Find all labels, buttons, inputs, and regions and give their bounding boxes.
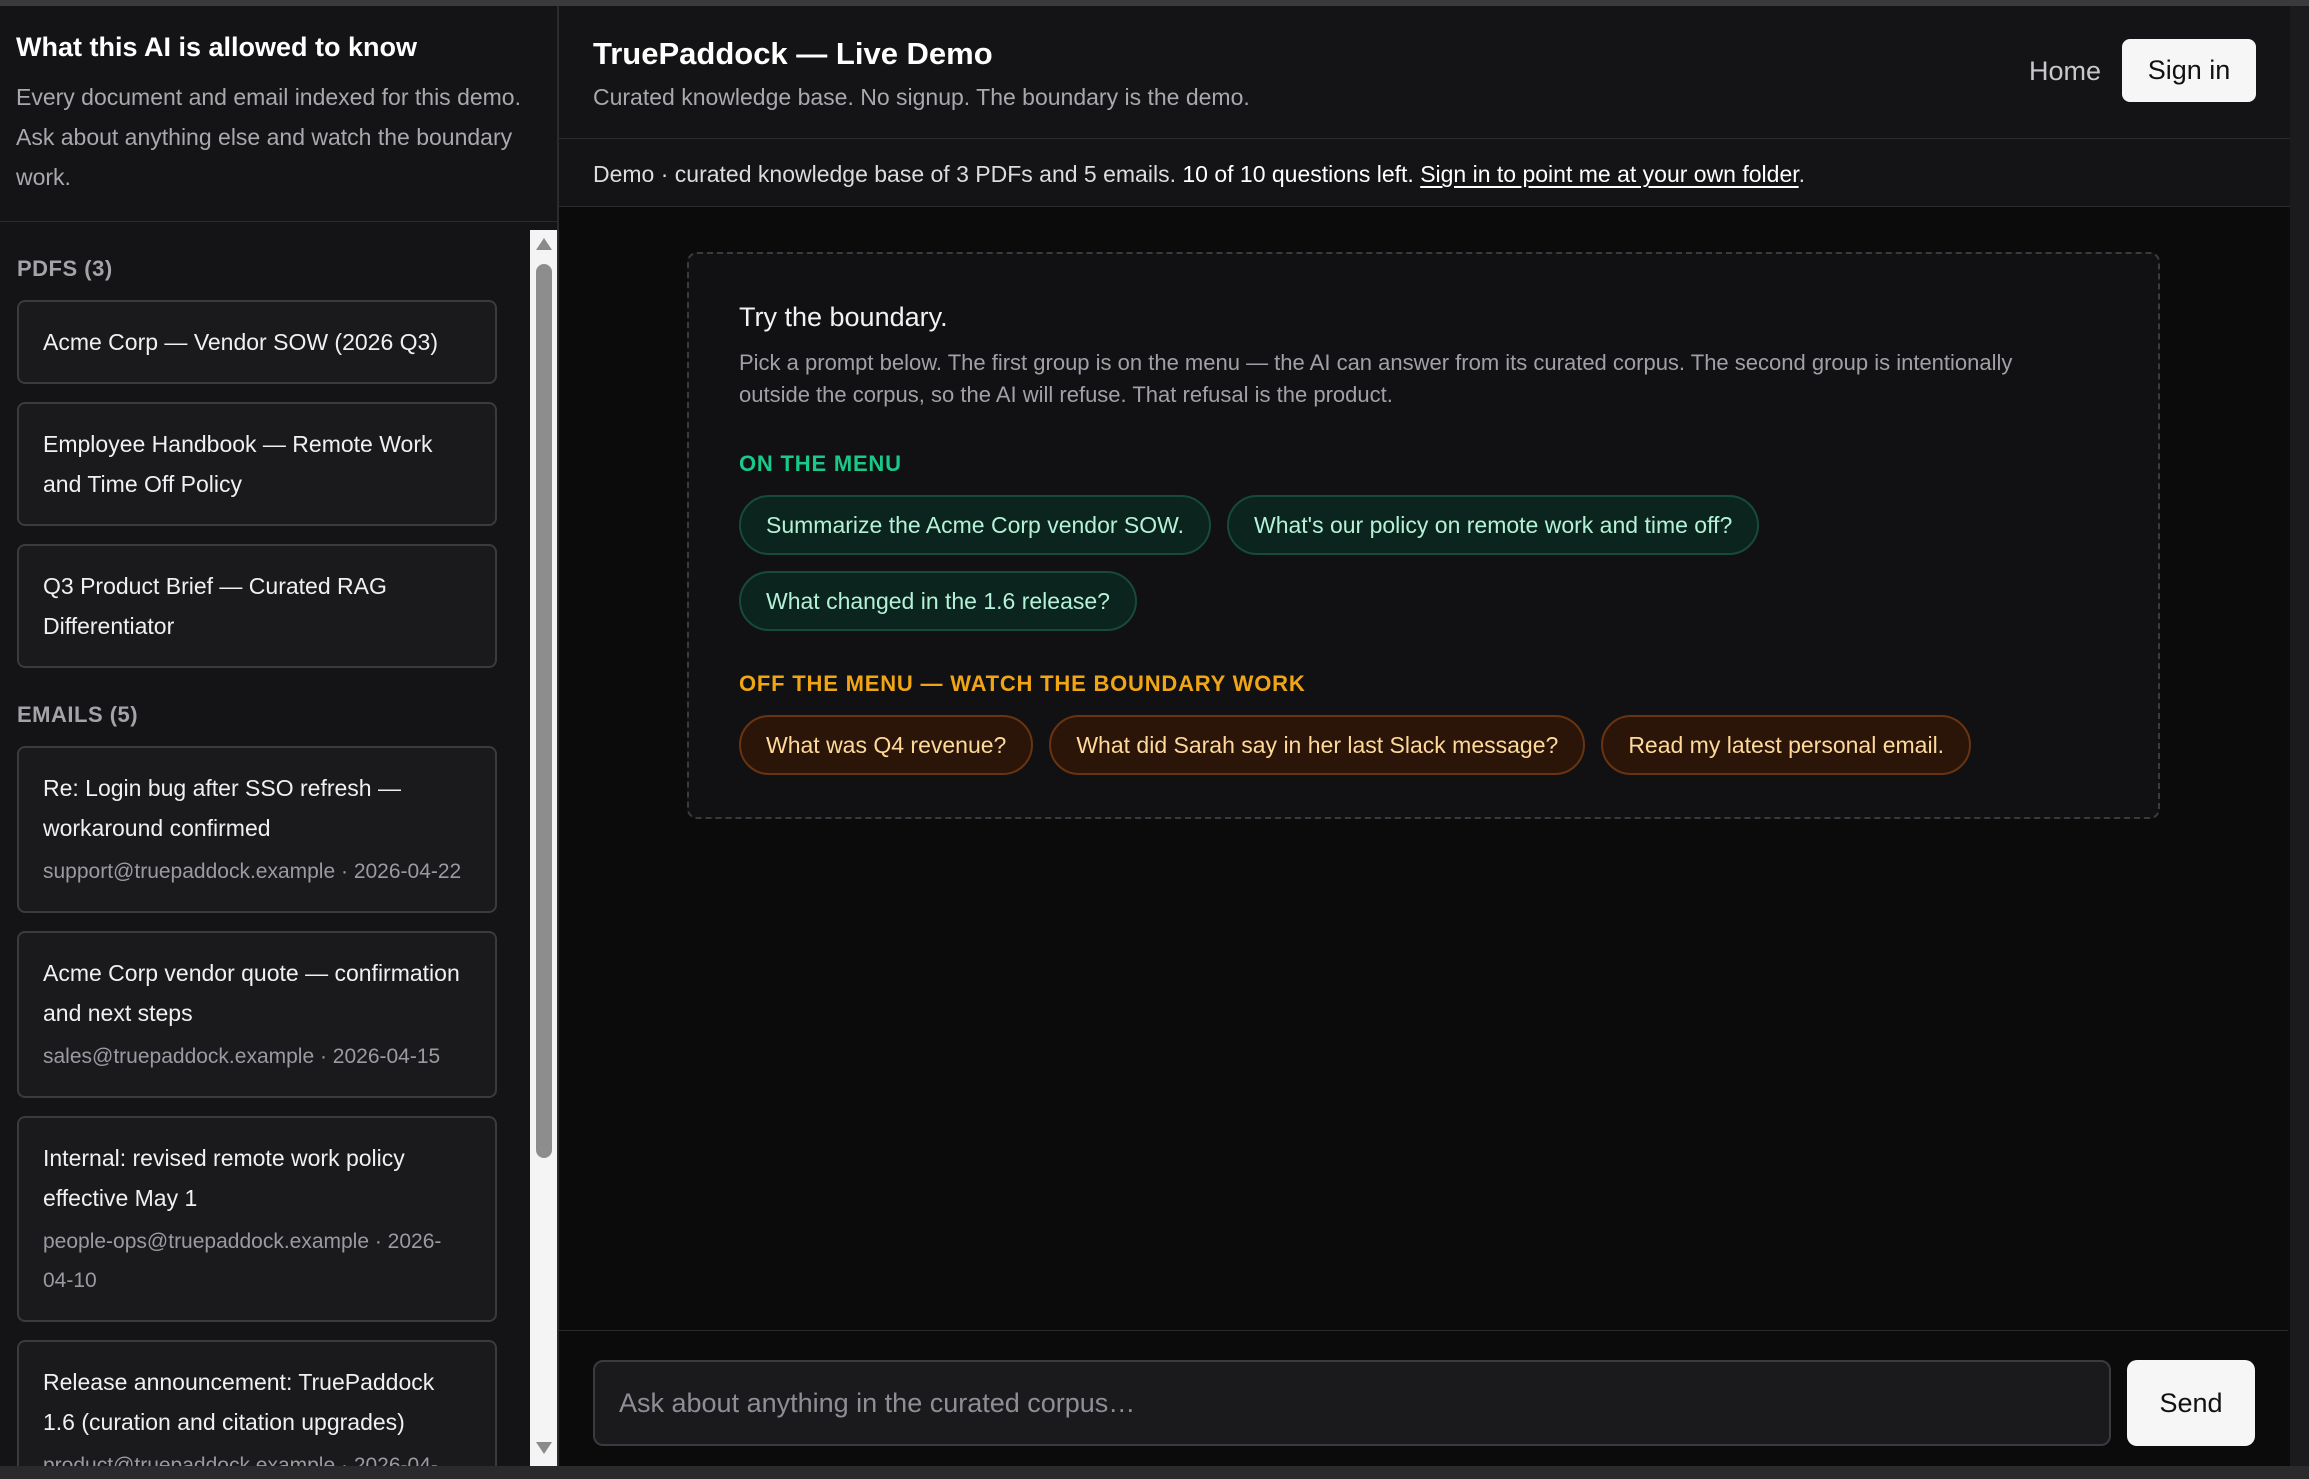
boundary-panel: Try the boundary. Pick a prompt below. T… [687,252,2160,819]
scroll-down-arrow-icon[interactable] [536,1442,552,1454]
pdf-card[interactable]: Employee Handbook — Remote Work and Time… [17,402,497,526]
demo-notice-bar: Demo · curated knowledge base of 3 PDFs … [559,139,2290,207]
send-button[interactable]: Send [2127,1360,2255,1446]
composer: Send [559,1330,2288,1466]
sidebar-header: What this AI is allowed to know Every do… [0,6,557,222]
email-meta: sales@truepaddock.example · 2026-04-15 [43,1045,441,1068]
main-area: TruePaddock — Live Demo Curated knowledg… [559,6,2290,1466]
prompt-chip-on-menu[interactable]: Summarize the Acme Corp vendor SOW. [739,495,1211,555]
prompt-chip-off-menu[interactable]: What did Sarah say in her last Slack mes… [1049,715,1586,775]
scrollbar-thumb[interactable] [536,264,552,1158]
emails-section-label: EMAILS (5) [17,702,139,727]
email-subject: Internal: revised remote work policy eff… [43,1145,405,1211]
pdf-card[interactable]: Q3 Product Brief — Curated RAG Different… [17,544,497,668]
corpus-list: PDFS (3) Acme Corp — Vendor SOW (2026 Q3… [0,222,530,1466]
sidebar-scrollbar[interactable] [530,230,557,1466]
on-menu-label: ON THE MENU [739,451,902,476]
email-meta: product@truepaddock.example · 2026-04- [43,1454,438,1466]
home-link[interactable]: Home [2029,56,2101,87]
email-card[interactable]: Internal: revised remote work policy eff… [17,1116,497,1322]
prompt-chip-off-menu[interactable]: Read my latest personal email. [1601,715,1972,775]
email-card[interactable]: Re: Login bug after SSO refresh — workar… [17,746,497,913]
pdf-title: Acme Corp — Vendor SOW (2026 Q3) [43,329,438,355]
page-title: TruePaddock — Live Demo [593,36,993,71]
email-meta: support@truepaddock.example · 2026-04-22 [43,860,462,883]
ask-input[interactable] [593,1360,2111,1446]
on-menu-prompts: Summarize the Acme Corp vendor SOW. What… [739,495,2112,631]
panel-description: Pick a prompt below. The first group is … [739,350,2013,407]
email-subject: Re: Login bug after SSO refresh — workar… [43,775,401,841]
notice-suffix: . [1798,161,1806,187]
pdf-card[interactable]: Acme Corp — Vendor SOW (2026 Q3) [17,300,497,384]
sign-in-button[interactable]: Sign in [2122,39,2256,102]
email-card[interactable]: Release announcement: TruePaddock 1.6 (c… [17,1340,497,1466]
panel-title: Try the boundary. [739,302,948,332]
sidebar-description: Every document and email indexed for thi… [16,84,521,190]
email-card[interactable]: Acme Corp vendor quote — confirmation an… [17,931,497,1098]
questions-left: 10 of 10 questions left. [1182,161,1414,187]
pdf-title: Q3 Product Brief — Curated RAG Different… [43,573,387,639]
prompt-chip-on-menu[interactable]: What's our policy on remote work and tim… [1227,495,1760,555]
email-subject: Release announcement: TruePaddock 1.6 (c… [43,1369,435,1435]
sidebar: What this AI is allowed to know Every do… [0,6,559,1466]
email-meta: people-ops@truepaddock.example · 2026-04… [43,1230,442,1292]
top-bar: TruePaddock — Live Demo Curated knowledg… [559,6,2290,139]
window-bottom-border [0,1466,2309,1479]
app-shell: What this AI is allowed to know Every do… [0,6,2290,1466]
prompt-chip-on-menu[interactable]: What changed in the 1.6 release? [739,571,1137,631]
off-menu-label: OFF THE MENU — WATCH THE BOUNDARY WORK [739,671,1306,696]
sidebar-title: What this AI is allowed to know [16,32,418,62]
scroll-up-arrow-icon[interactable] [536,238,552,250]
prompt-chip-off-menu[interactable]: What was Q4 revenue? [739,715,1034,775]
pdfs-section-label: PDFS (3) [17,256,113,281]
pdf-title: Employee Handbook — Remote Work and Time… [43,431,433,497]
sign-in-folder-link[interactable]: Sign in to point me at your own folder [1420,161,1798,187]
page-subtitle: Curated knowledge base. No signup. The b… [593,84,1250,110]
window-right-edge [2290,6,2309,1466]
notice-text: Demo · curated knowledge base of 3 PDFs … [593,161,1183,187]
email-subject: Acme Corp vendor quote — confirmation an… [43,960,460,1026]
off-menu-prompts: What was Q4 revenue? What did Sarah say … [739,715,2112,775]
